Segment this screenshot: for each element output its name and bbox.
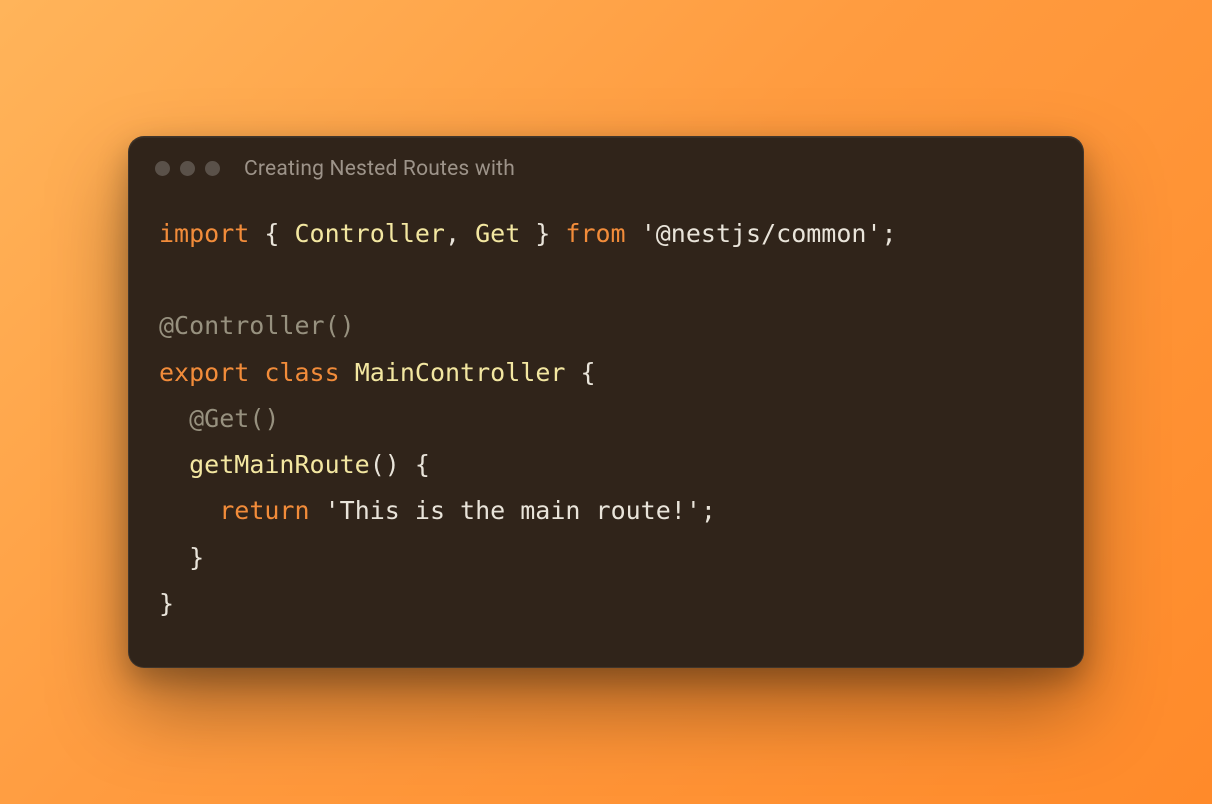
titlebar: Creating Nested Routes with [129, 137, 1083, 189]
keyword-import: import [159, 219, 249, 248]
brace-close: } [189, 543, 204, 572]
brace-open: { [249, 219, 294, 248]
brace-close: } [520, 219, 565, 248]
keyword-from: from [565, 219, 625, 248]
parens-brace: () { [370, 450, 430, 479]
semicolon: ; [882, 219, 897, 248]
keyword-class: class [264, 358, 339, 387]
string-module: '@nestjs/common' [641, 219, 882, 248]
minimize-icon[interactable] [180, 161, 195, 176]
brace-open: { [565, 358, 595, 387]
decorator-controller: @Controller() [159, 311, 355, 340]
ident-get: Get [475, 219, 520, 248]
indent [159, 404, 189, 433]
brace-close: } [159, 589, 174, 618]
traffic-lights [155, 161, 220, 176]
method-name: getMainRoute [189, 450, 370, 479]
string-return: 'This is the main route!' [325, 496, 701, 525]
window-title: Creating Nested Routes with [244, 157, 515, 181]
indent [159, 496, 219, 525]
maximize-icon[interactable] [205, 161, 220, 176]
ident-controller: Controller [294, 219, 445, 248]
keyword-export: export [159, 358, 249, 387]
comma: , [445, 219, 475, 248]
space [626, 219, 641, 248]
indent [159, 543, 189, 572]
code-window: Creating Nested Routes with import { Con… [128, 136, 1084, 668]
space [249, 358, 264, 387]
classname: MainController [355, 358, 566, 387]
space [340, 358, 355, 387]
code-block: import { Controller, Get } from '@nestjs… [129, 189, 1083, 667]
space [310, 496, 325, 525]
indent [159, 450, 189, 479]
close-icon[interactable] [155, 161, 170, 176]
semicolon: ; [701, 496, 716, 525]
decorator-get: @Get() [189, 404, 279, 433]
keyword-return: return [219, 496, 309, 525]
